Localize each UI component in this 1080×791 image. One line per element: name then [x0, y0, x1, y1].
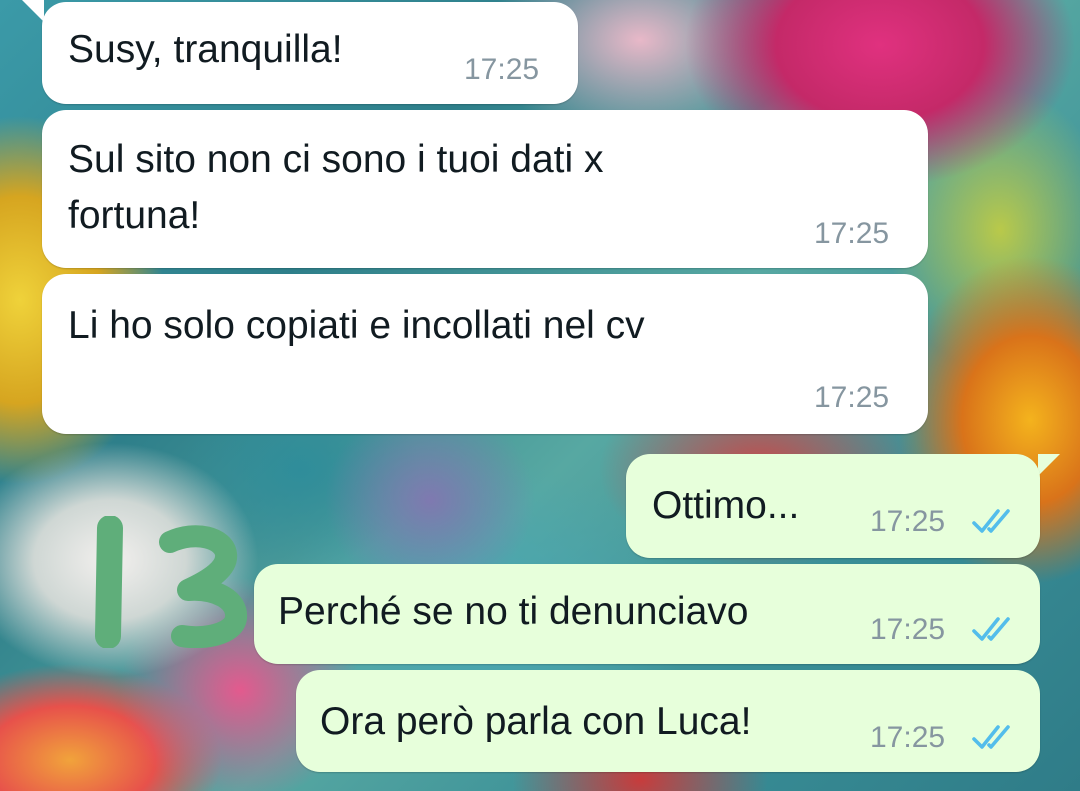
message-text: Li ho solo copiati e incollati nel cv [68, 304, 645, 347]
handwritten-number-annotation [95, 516, 247, 648]
message-text: Susy, tranquilla! [68, 28, 343, 71]
message-bubble-incoming[interactable]: Li ho solo copiati e incollati nel cv 17… [42, 274, 928, 434]
message-timestamp: 17:25 [870, 721, 946, 754]
message-timestamp: 17:25 [464, 53, 540, 86]
message-timestamp: 17:25 [870, 613, 946, 646]
message-text: fortuna! [68, 194, 201, 237]
message-bubble-outgoing[interactable]: Perché se no ti denunciavo 17:25 [254, 564, 1040, 664]
double-check-icon [972, 509, 1010, 533]
message-timestamp: 17:25 [814, 381, 890, 414]
message-text: Sul sito non ci sono i tuoi dati x [68, 138, 604, 181]
message-text: Perché se no ti denunciavo [278, 590, 749, 633]
message-timestamp: 17:25 [870, 505, 946, 538]
message-bubble-incoming[interactable]: Sul sito non ci sono i tuoi dati x fortu… [42, 110, 928, 268]
double-check-icon [972, 617, 1010, 641]
double-check-icon [972, 725, 1010, 749]
message-bubble-outgoing[interactable]: Ora però parla con Luca! 17:25 [296, 670, 1040, 772]
bubble-tail [22, 0, 44, 22]
message-bubble-incoming[interactable]: Susy, tranquilla! 17:25 [42, 2, 578, 104]
message-timestamp: 17:25 [814, 217, 890, 250]
message-bubble-outgoing[interactable]: Ottimo... 17:25 [626, 454, 1040, 558]
bubble-tail [1038, 454, 1060, 476]
message-text: Ottimo... [652, 484, 800, 527]
message-text: Ora però parla con Luca! [320, 700, 752, 743]
